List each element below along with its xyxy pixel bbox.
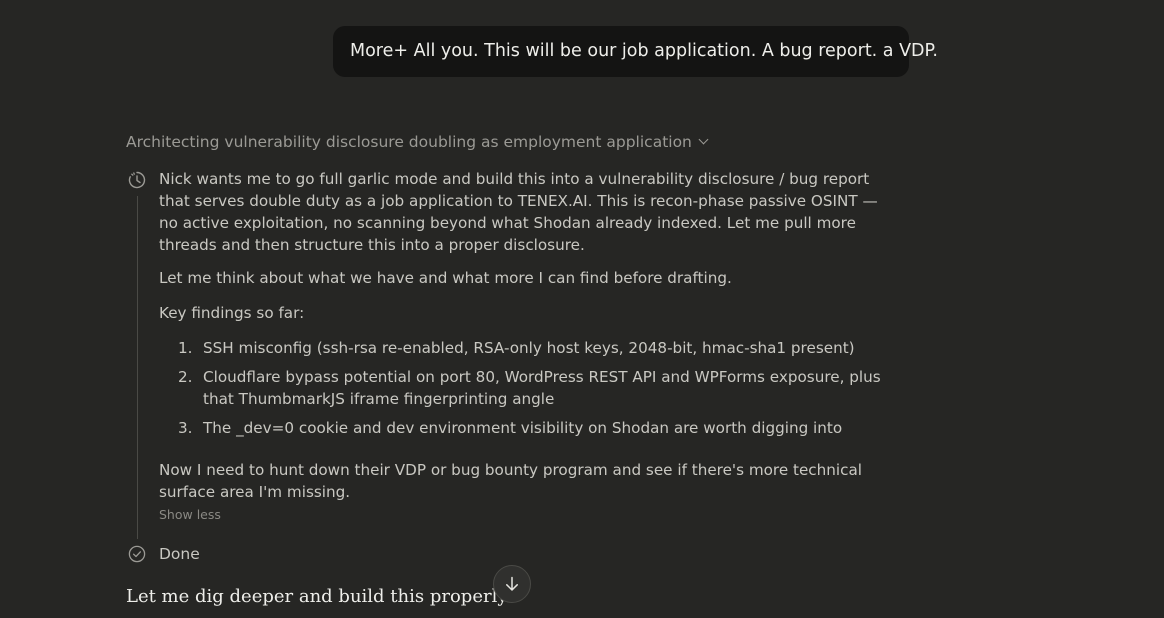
scroll-to-bottom-button[interactable] <box>493 565 531 603</box>
timeline-connector <box>137 196 138 539</box>
timer-icon <box>128 171 146 189</box>
list-item: 3. The _dev=0 cookie and dev environment… <box>159 417 893 439</box>
list-item-number: 1. <box>178 339 193 357</box>
list-item-number: 3. <box>178 419 193 437</box>
findings-list: 1. SSH misconfig (ssh-rsa re-enabled, RS… <box>159 337 881 446</box>
list-item-text: Cloudflare bypass potential on port 80, … <box>203 368 881 408</box>
list-item-text: The _dev=0 cookie and dev environment vi… <box>203 419 843 437</box>
thinking-paragraph: Now I need to hunt down their VDP or bug… <box>159 461 863 501</box>
list-item: 2. Cloudflare bypass potential on port 8… <box>159 366 893 410</box>
list-item-number: 2. <box>178 368 193 386</box>
assistant-reply-text: Let me dig deeper and build this properl… <box>126 586 511 607</box>
user-message-text: More+ All you. This will be our job appl… <box>350 41 938 61</box>
thinking-paragraph: Key findings so far: <box>159 304 305 322</box>
thinking-summary-toggle[interactable]: Architecting vulnerability disclosure do… <box>126 131 709 153</box>
check-circle-icon <box>128 545 146 563</box>
user-message-bubble: More+ All you. This will be our job appl… <box>333 26 938 77</box>
list-item-text: SSH misconfig (ssh-rsa re-enabled, RSA-o… <box>203 339 855 357</box>
list-item: 1. SSH misconfig (ssh-rsa re-enabled, RS… <box>159 337 893 359</box>
thinking-summary-title: Architecting vulnerability disclosure do… <box>126 133 692 151</box>
chat-page: More+ All you. This will be our job appl… <box>0 0 1164 618</box>
chevron-down-icon <box>698 134 709 145</box>
done-label: Done <box>159 545 200 563</box>
arrow-down-icon <box>506 576 518 591</box>
thinking-paragraph: Nick wants me to go full garlic mode and… <box>159 170 878 254</box>
thinking-paragraph: Let me think about what we have and what… <box>159 269 732 287</box>
show-less-link[interactable]: Show less <box>159 506 221 524</box>
